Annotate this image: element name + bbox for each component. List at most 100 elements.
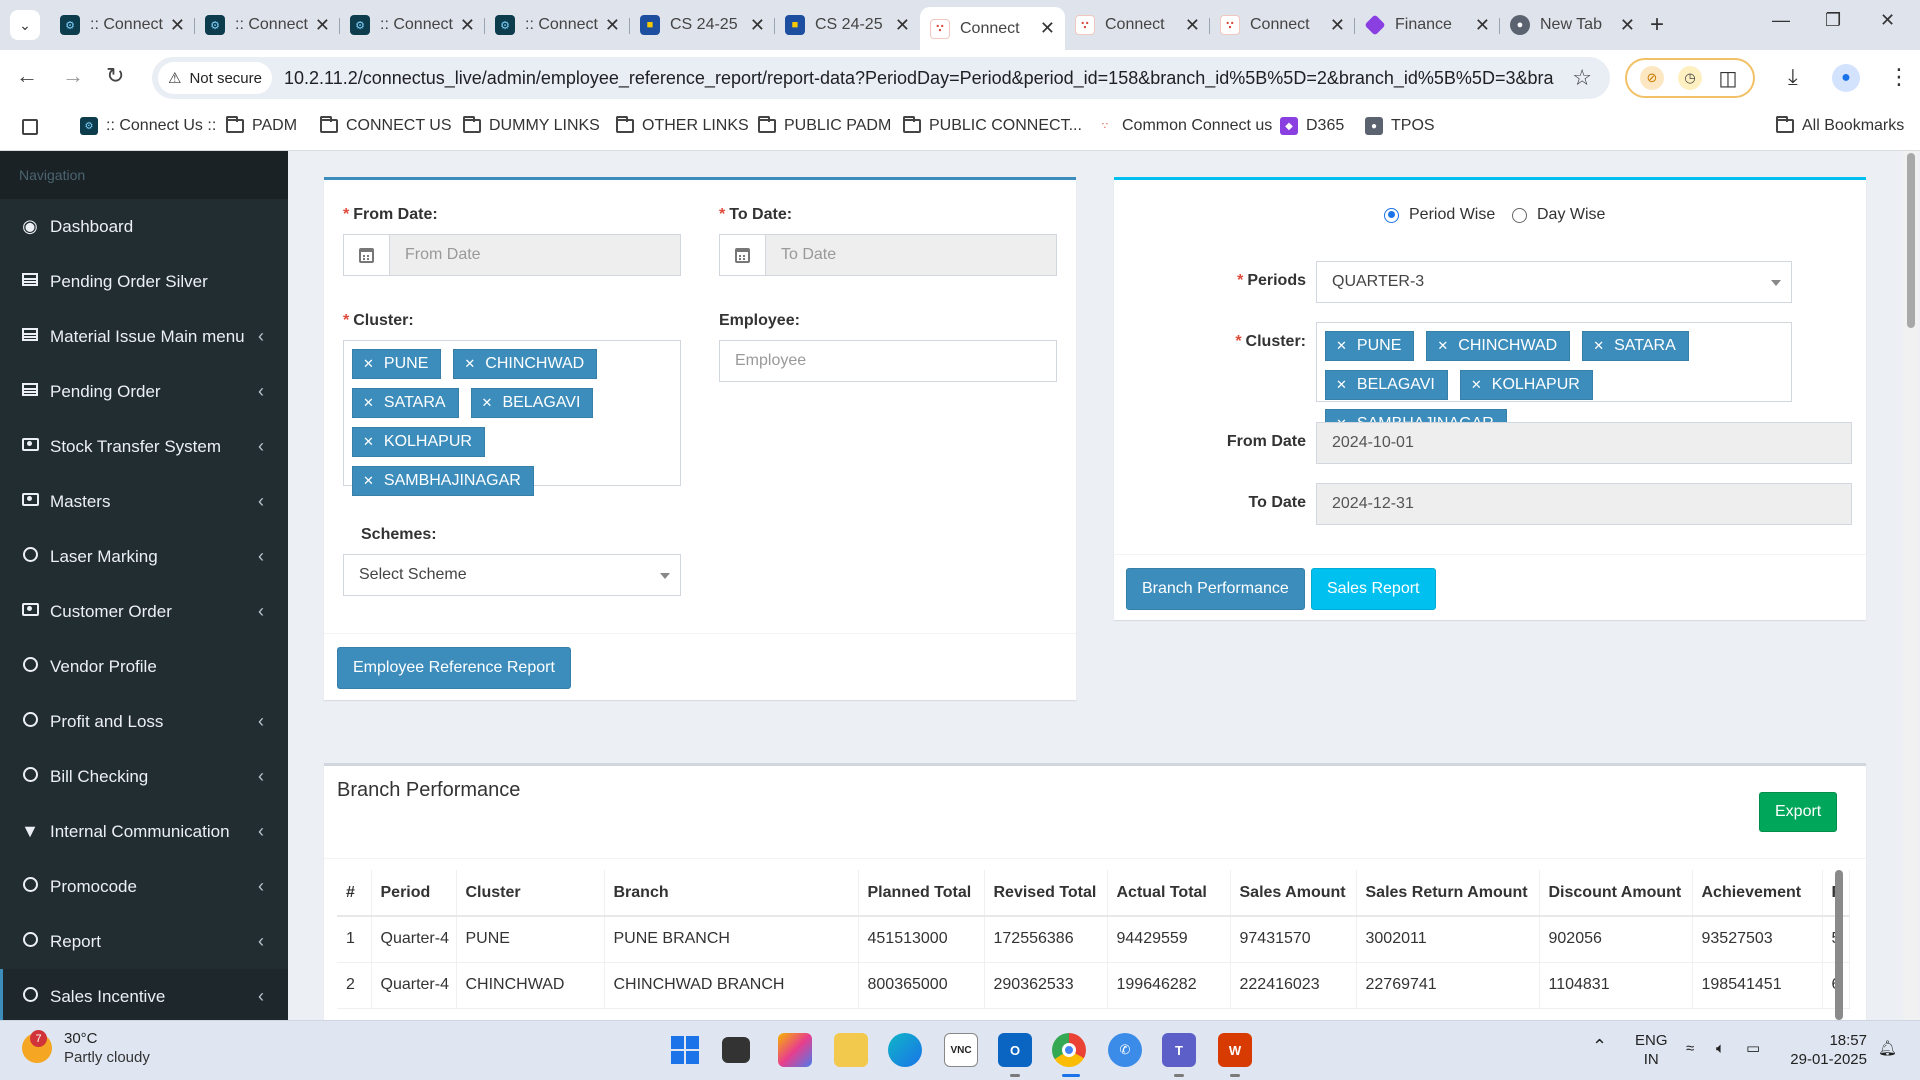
bookmark-item[interactable]: DUMMY LINKS: [463, 116, 600, 135]
browser-tab[interactable]: ∵ Connect ✕: [1065, 8, 1210, 42]
sales-report-button[interactable]: Sales Report: [1311, 568, 1436, 610]
close-tab-icon[interactable]: ✕: [1620, 15, 1635, 36]
reload-button[interactable]: ↻: [106, 63, 124, 89]
notification-bell-icon[interactable]: 🔔︎: [1878, 1039, 1897, 1058]
close-tab-icon[interactable]: ✕: [1040, 18, 1055, 39]
sidebar-item-report[interactable]: Report ‹: [0, 914, 288, 969]
apps-grid-icon[interactable]: [22, 119, 38, 135]
chevron-up-icon[interactable]: ⌃: [1592, 1037, 1607, 1056]
sidebar-item-sales-incentive[interactable]: Sales Incentive ‹: [0, 969, 288, 1020]
file-explorer-icon[interactable]: [834, 1033, 868, 1067]
column-header[interactable]: Planned Total: [858, 870, 985, 917]
clock[interactable]: 18:57 29-01-2025: [1785, 1031, 1867, 1069]
bookmark-item[interactable]: ◆ D365: [1280, 117, 1344, 135]
wps-office-icon[interactable]: W: [1218, 1033, 1252, 1067]
column-header[interactable]: Actual Total: [1107, 870, 1231, 917]
vnc-viewer-icon[interactable]: VNC: [944, 1033, 978, 1067]
remove-chip-icon[interactable]: ✕: [1593, 338, 1604, 354]
remove-chip-icon[interactable]: ✕: [464, 356, 475, 372]
browser-tab[interactable]: ∵ Connect ✕: [920, 7, 1065, 50]
column-header[interactable]: Achievement: [1692, 870, 1823, 917]
column-header[interactable]: Cluster: [456, 870, 605, 917]
day-wise-radio[interactable]: Day Wise: [1512, 206, 1605, 224]
back-button[interactable]: ←: [16, 63, 38, 89]
branch-performance-button[interactable]: Branch Performance: [1126, 568, 1305, 610]
close-tab-icon[interactable]: ✕: [460, 15, 475, 36]
column-header[interactable]: Revised Total: [984, 870, 1108, 917]
employee-reference-report-button[interactable]: Employee Reference Report: [337, 647, 571, 689]
phone-link-icon[interactable]: ✆: [1108, 1033, 1142, 1067]
remove-chip-icon[interactable]: ✕: [1336, 377, 1347, 393]
bookmark-item[interactable]: CONNECT US: [320, 116, 452, 135]
bookmark-star-icon[interactable]: ☆: [1572, 65, 1592, 91]
extension-slash-icon[interactable]: ⊘: [1640, 66, 1664, 90]
edge-icon[interactable]: [888, 1033, 922, 1067]
employee-input[interactable]: Employee: [719, 340, 1057, 382]
close-tab-icon[interactable]: ✕: [895, 15, 910, 36]
sidebar-item-promocode[interactable]: Promocode ‹: [0, 859, 288, 914]
wifi-icon[interactable]: ≈: [1686, 1039, 1694, 1058]
kebab-menu-icon[interactable]: ⋮: [1888, 64, 1910, 90]
close-tab-icon[interactable]: ✕: [750, 15, 765, 36]
battery-icon[interactable]: ▭: [1746, 1039, 1760, 1058]
sidebar-item-customer-order[interactable]: Customer Order ‹: [0, 584, 288, 639]
column-header[interactable]: Discount Amount: [1539, 870, 1693, 917]
new-tab-button[interactable]: +: [1650, 11, 1664, 39]
weather-widget[interactable]: 7 30°C Partly cloudy: [22, 1029, 150, 1067]
url-text[interactable]: 10.2.11.2/connectus_live/admin/employee_…: [284, 68, 1554, 89]
all-bookmarks[interactable]: All Bookmarks: [1776, 116, 1904, 135]
remove-chip-icon[interactable]: ✕: [363, 434, 374, 450]
from-date-input[interactable]: From Date: [390, 235, 680, 275]
bookmark-item[interactable]: ⚙:: Connect Us ::: [80, 117, 216, 135]
profile-avatar-icon[interactable]: ●: [1832, 64, 1860, 92]
remove-chip-icon[interactable]: ✕: [363, 395, 374, 411]
sidebar-item-material-issue-main-menu[interactable]: Material Issue Main menu ‹: [0, 309, 288, 364]
teams-icon[interactable]: T: [1162, 1033, 1196, 1067]
bookmark-item[interactable]: OTHER LINKS: [616, 116, 749, 135]
bookmark-item[interactable]: ● TPOS: [1365, 117, 1435, 135]
sidebar-item-dashboard[interactable]: ◉ Dashboard: [0, 199, 288, 254]
sidebar-item-bill-checking[interactable]: Bill Checking ‹: [0, 749, 288, 804]
cluster-multiselect-right[interactable]: ✕ PUNE ✕ CHINCHWAD ✕ SATARA ✕ BELAGAVI ✕ KOLHAPUR…: [1316, 322, 1792, 439]
sidebar-item-vendor-profile[interactable]: Vendor Profile: [0, 639, 288, 694]
extensions-puzzle-icon[interactable]: ◫: [1716, 66, 1740, 90]
bookmark-item[interactable]: ∵ Common Connect us: [1096, 117, 1272, 135]
periods-select[interactable]: QUARTER-3: [1316, 261, 1792, 303]
table-scrollbar[interactable]: [1834, 870, 1844, 1020]
forward-button[interactable]: →: [62, 63, 84, 89]
browser-tab[interactable]: Finance ✕: [1355, 8, 1500, 42]
extension-clock-icon[interactable]: ◷: [1678, 66, 1702, 90]
sidebar-item-masters[interactable]: Masters ‹: [0, 474, 288, 529]
copilot-icon[interactable]: [778, 1033, 812, 1067]
close-tab-icon[interactable]: ✕: [1330, 15, 1345, 36]
cluster-multiselect[interactable]: ✕ PUNE ✕ CHINCHWAD ✕ SATARA ✕ BELAGAVI ✕ KOLHAPUR…: [343, 340, 681, 496]
task-view-icon[interactable]: [722, 1037, 750, 1063]
restore-button[interactable]: ❐: [1825, 10, 1841, 31]
minimize-button[interactable]: —: [1772, 10, 1790, 31]
close-window-button[interactable]: ✕: [1880, 10, 1895, 31]
sidebar-item-laser-marking[interactable]: Laser Marking ‹: [0, 529, 288, 584]
outlook-icon[interactable]: O: [998, 1033, 1032, 1067]
language-indicator[interactable]: ENG IN: [1635, 1031, 1668, 1069]
windows-start-icon[interactable]: [668, 1033, 702, 1067]
browser-tab[interactable]: ∵ Connect ✕: [1210, 8, 1355, 42]
volume-icon[interactable]: 🔈︎: [1716, 1039, 1725, 1058]
column-header[interactable]: Period: [371, 870, 457, 917]
remove-chip-icon[interactable]: ✕: [363, 356, 374, 372]
column-header[interactable]: Branch: [604, 870, 859, 917]
sidebar-item-pending-order[interactable]: Pending Order ‹: [0, 364, 288, 419]
close-tab-icon[interactable]: ✕: [170, 15, 185, 36]
bookmark-item[interactable]: PUBLIC PADM: [758, 116, 891, 135]
address-bar[interactable]: ⚠ Not secure 10.2.11.2/connectus_live/ad…: [152, 57, 1610, 99]
browser-tab[interactable]: ⚙:: Connect Us ::✕: [340, 8, 485, 42]
sidebar-item-stock-transfer-system[interactable]: Stock Transfer System ‹: [0, 419, 288, 474]
column-header[interactable]: Sales Amount: [1230, 870, 1357, 917]
browser-tab[interactable]: ■ CS 24-25 ✕: [630, 8, 775, 42]
page-scrollbar[interactable]: [1903, 151, 1919, 1020]
remove-chip-icon[interactable]: ✕: [1437, 338, 1448, 354]
remove-chip-icon[interactable]: ✕: [363, 473, 374, 489]
sidebar-item-pending-order-silver[interactable]: Pending Order Silver: [0, 254, 288, 309]
browser-tab[interactable]: ⚙:: Connect Us ::✕: [195, 8, 340, 42]
browser-tab[interactable]: ⚙:: Connect Us ::✕: [50, 8, 195, 42]
export-button[interactable]: Export: [1759, 792, 1838, 832]
